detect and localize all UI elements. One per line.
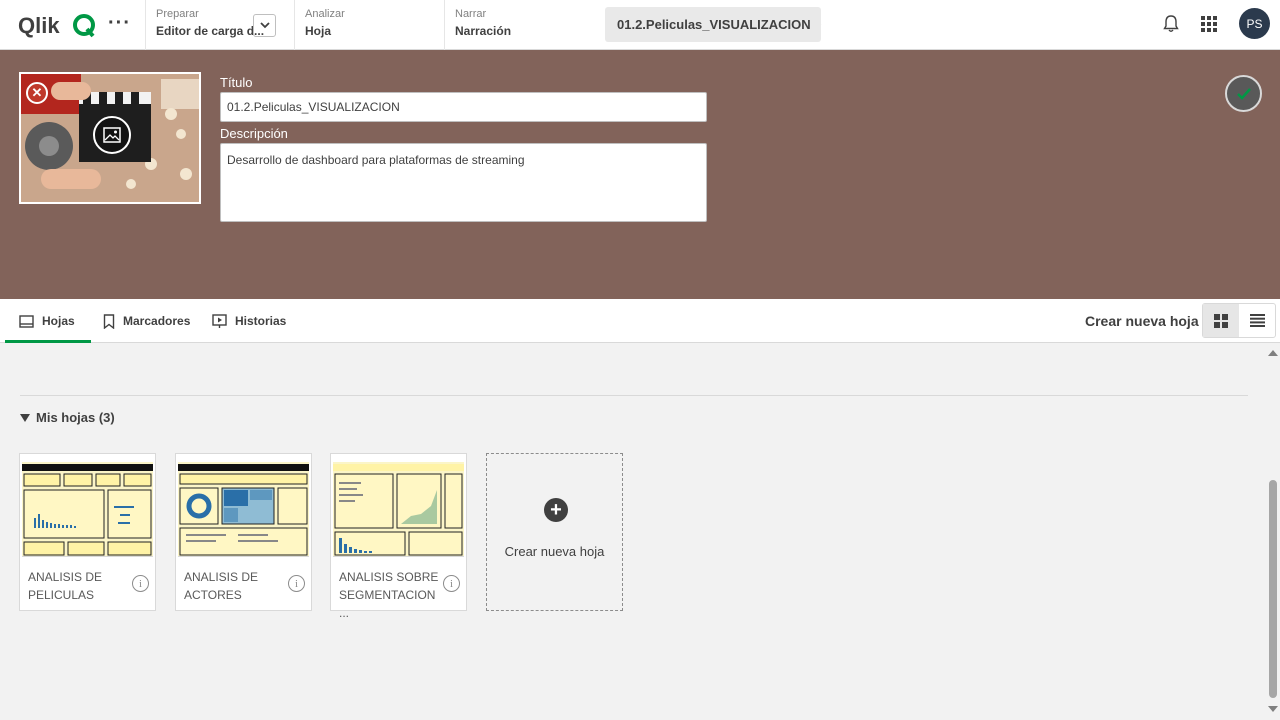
create-sheet-button[interactable]: Crear nueva hoja — [1085, 313, 1199, 329]
bell-icon[interactable] — [1163, 15, 1179, 33]
grid-view-icon — [1214, 313, 1228, 328]
plus-icon: + — [544, 498, 568, 522]
tab-stories[interactable]: Historias — [212, 299, 286, 343]
nav-narrate-label: Narrar — [455, 8, 487, 20]
sheet-preview — [178, 456, 309, 557]
section-title: Mis hojas (3) — [36, 410, 115, 425]
create-new-sheet-label: Crear nueva hoja — [504, 544, 605, 559]
title-label: Título — [220, 75, 253, 90]
prepare-dropdown-button[interactable] — [253, 14, 276, 37]
view-toggle — [1202, 303, 1276, 338]
section-divider — [20, 395, 1248, 396]
scrollbar-thumb[interactable] — [1269, 480, 1277, 698]
title-input[interactable] — [220, 92, 707, 122]
top-bar: Qlik ··· Preparar Editor de carga d... A… — [0, 0, 1280, 50]
tab-stories-label: Historias — [235, 314, 287, 328]
remove-thumbnail-button[interactable]: ✕ — [26, 82, 48, 104]
description-input[interactable]: Desarrollo de dashboard para plataformas… — [220, 143, 707, 222]
tab-bookmarks-label: Marcadores — [123, 314, 191, 328]
avatar[interactable]: PS — [1239, 8, 1270, 39]
info-icon[interactable]: i — [288, 575, 305, 592]
collapse-triangle-icon — [20, 413, 30, 422]
app-thumbnail: ✕ — [19, 72, 201, 204]
chevron-down-icon — [259, 22, 270, 29]
app-title-text: 01.2.Peliculas_VISUALIZACION — [617, 17, 811, 32]
app-details-panel: ✕ Título Descripción Desarrollo de dashb… — [0, 50, 1280, 299]
nav-analyze-label: Analizar — [305, 8, 345, 20]
list-view-icon — [1249, 314, 1265, 327]
more-menu-icon[interactable]: ··· — [108, 12, 131, 35]
create-new-sheet-card[interactable]: + Crear nueva hoja — [486, 453, 623, 611]
section-header-my-sheets[interactable]: Mis hojas (3) — [20, 410, 115, 425]
sheet-card[interactable]: ANALISIS SOBRE SEGMENTACION ... i — [330, 453, 467, 620]
tab-bar: Hojas Marcadores Historias Crear nueva h… — [0, 299, 1280, 343]
scroll-up-icon[interactable] — [1268, 350, 1278, 356]
tab-sheets[interactable]: Hojas — [5, 299, 91, 343]
app-title-button[interactable]: 01.2.Peliculas_VISUALIZACION — [605, 7, 821, 42]
svg-text:Qlik: Qlik — [18, 13, 60, 38]
sheet-name: ANALISIS DE PELICULAS — [28, 570, 103, 602]
sheet-name: ANALISIS DE ACTORES — [184, 570, 259, 602]
description-label: Descripción — [220, 126, 288, 141]
check-icon — [1236, 87, 1251, 100]
tab-sheets-label: Hojas — [42, 314, 75, 328]
sheet-card[interactable]: ANALISIS DE PELICULAS i — [19, 453, 156, 611]
confirm-button[interactable] — [1225, 75, 1262, 112]
list-view-button[interactable] — [1239, 304, 1275, 337]
sheet-preview — [22, 456, 153, 557]
qlik-logo[interactable]: Qlik — [18, 10, 96, 40]
sheet-preview — [333, 456, 464, 557]
sheet-card[interactable]: ANALISIS DE ACTORES i — [175, 453, 312, 611]
change-image-button[interactable] — [93, 116, 131, 154]
tab-bookmarks[interactable]: Marcadores — [103, 299, 190, 343]
grid-view-button[interactable] — [1203, 304, 1239, 337]
info-icon[interactable]: i — [132, 575, 149, 592]
image-icon — [103, 127, 121, 143]
apps-grid-icon[interactable] — [1201, 16, 1217, 32]
info-icon[interactable]: i — [443, 575, 460, 592]
story-icon — [212, 313, 227, 328]
sheet-icon — [19, 314, 34, 328]
nav-analyze-value: Hoja — [305, 24, 332, 38]
nav-narrate[interactable]: Narrar Narración — [444, 0, 589, 50]
bookmark-icon — [103, 313, 115, 329]
nav-narrate-value: Narración — [455, 24, 512, 38]
nav-analyze[interactable]: Analizar Hoja — [294, 0, 439, 50]
scroll-down-icon[interactable] — [1268, 706, 1278, 712]
sheet-name: ANALISIS SOBRE SEGMENTACION ... — [339, 570, 439, 620]
